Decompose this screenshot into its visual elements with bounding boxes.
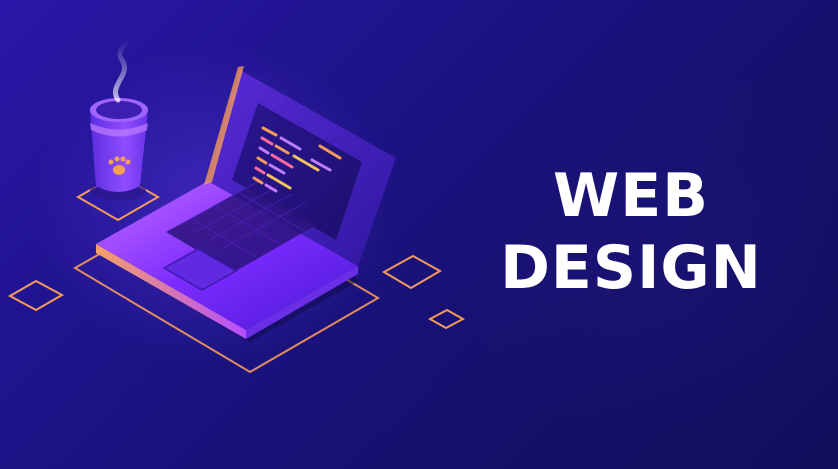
title-line-design: DESIGN <box>500 233 762 303</box>
tile-right-small <box>427 308 466 330</box>
tile-right-large <box>381 254 443 290</box>
page-title: WEB DESIGN <box>486 160 776 304</box>
coffee-cup-icon <box>90 98 148 201</box>
tile-left <box>7 279 65 312</box>
web-design-banner: WEB DESIGN <box>0 0 838 469</box>
steam-icon <box>113 37 131 103</box>
title-line-web: WEB <box>553 161 709 231</box>
